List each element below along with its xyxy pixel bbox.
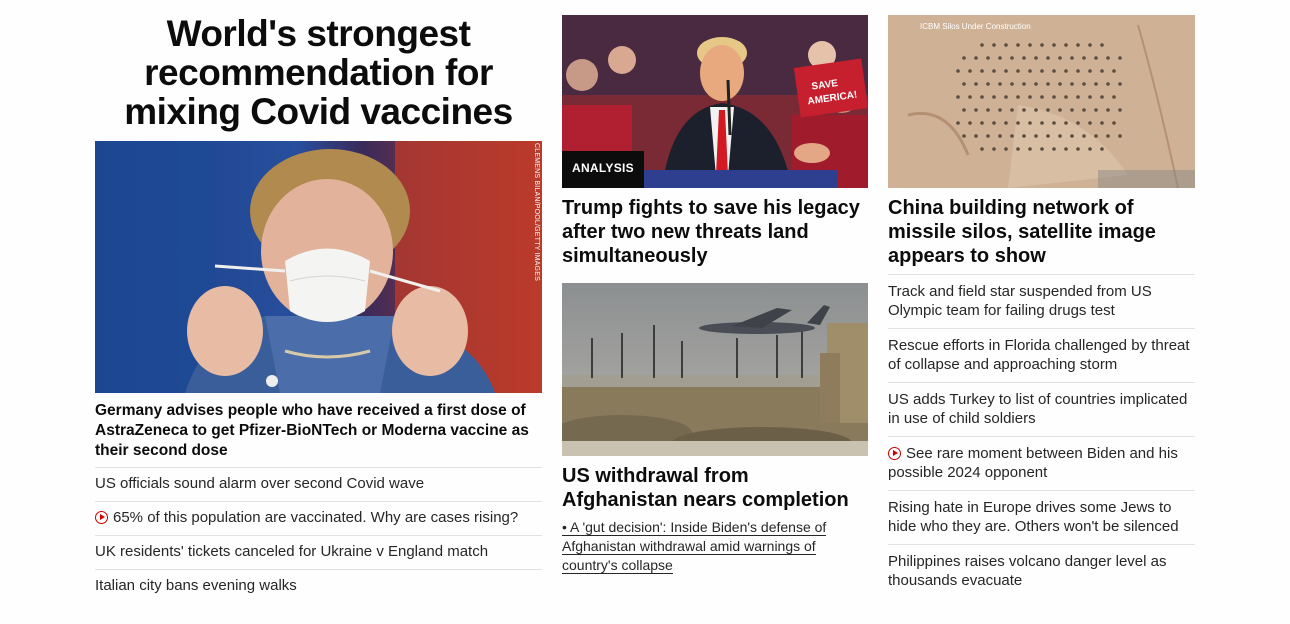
- analysis-badge: ANALYSIS: [562, 151, 644, 188]
- column-middle: SAVE AMERICA! ANALYSIS Trump fights to s…: [562, 0, 868, 575]
- satellite-caption: ICBM Silos Under Construction: [920, 22, 1031, 31]
- china-story-headline[interactable]: China building network of missile silos,…: [888, 196, 1195, 268]
- merkel-photo[interactable]: CLEMENS BILAN/POOL/GETTY IMAGES: [95, 141, 542, 393]
- trump-photo[interactable]: SAVE AMERICA! ANALYSIS: [562, 15, 868, 188]
- list-item-text: UK residents' tickets canceled for Ukrai…: [95, 543, 489, 560]
- column-left: World's strongest recommendation for mix…: [95, 0, 542, 603]
- afghanistan-photo[interactable]: [562, 283, 868, 456]
- afghanistan-story-headline[interactable]: US withdrawal from Afghanistan nears com…: [562, 464, 868, 512]
- list-item-text: US officials sound alarm over second Cov…: [95, 475, 425, 492]
- list-item[interactable]: See rare moment between Biden and his po…: [888, 436, 1195, 490]
- list-item[interactable]: US officials sound alarm over second Cov…: [95, 467, 542, 501]
- list-item[interactable]: Rising hate in Europe drives some Jews t…: [888, 490, 1195, 544]
- sublink-text: • A 'gut decision': Inside Biden's defen…: [562, 519, 827, 574]
- list-item[interactable]: 65% of this population are vaccinated. W…: [95, 501, 542, 535]
- list-item[interactable]: Rescue efforts in Florida challenged by …: [888, 328, 1195, 382]
- afghanistan-sublink[interactable]: • A 'gut decision': Inside Biden's defen…: [562, 518, 868, 575]
- list-item[interactable]: Italian city bans evening walks: [95, 569, 542, 603]
- column-right: ICBM Silos Under Construction China buil…: [888, 0, 1195, 598]
- lead-story-headline[interactable]: Germany advises people who have received…: [95, 401, 542, 461]
- satellite-photo[interactable]: ICBM Silos Under Construction: [888, 15, 1195, 188]
- related-links-list: US officials sound alarm over second Cov…: [95, 467, 542, 603]
- more-stories-list: Track and field star suspended from US O…: [888, 274, 1195, 598]
- list-item[interactable]: Philippines raises volcano danger level …: [888, 544, 1195, 598]
- list-item-text: Philippines raises volcano danger level …: [888, 553, 1167, 589]
- list-item[interactable]: US adds Turkey to list of countries impl…: [888, 382, 1195, 436]
- photo-credit: CLEMENS BILAN/POOL/GETTY IMAGES: [533, 143, 540, 281]
- main-headline[interactable]: World's strongest recommendation for mix…: [95, 14, 542, 131]
- list-item[interactable]: UK residents' tickets canceled for Ukrai…: [95, 535, 542, 569]
- list-item-text: Italian city bans evening walks: [95, 577, 297, 594]
- play-icon: [888, 447, 901, 460]
- list-item-text: Rescue efforts in Florida challenged by …: [888, 337, 1190, 373]
- trump-story-headline[interactable]: Trump fights to save his legacy after tw…: [562, 196, 868, 268]
- list-item-text: See rare moment between Biden and his po…: [888, 445, 1178, 481]
- list-item-text: US adds Turkey to list of countries impl…: [888, 391, 1188, 427]
- list-item[interactable]: Track and field star suspended from US O…: [888, 274, 1195, 328]
- list-item-text: 65% of this population are vaccinated. W…: [113, 509, 519, 526]
- play-icon: [95, 511, 108, 524]
- list-item-text: Rising hate in Europe drives some Jews t…: [888, 499, 1179, 535]
- list-item-text: Track and field star suspended from US O…: [888, 283, 1152, 319]
